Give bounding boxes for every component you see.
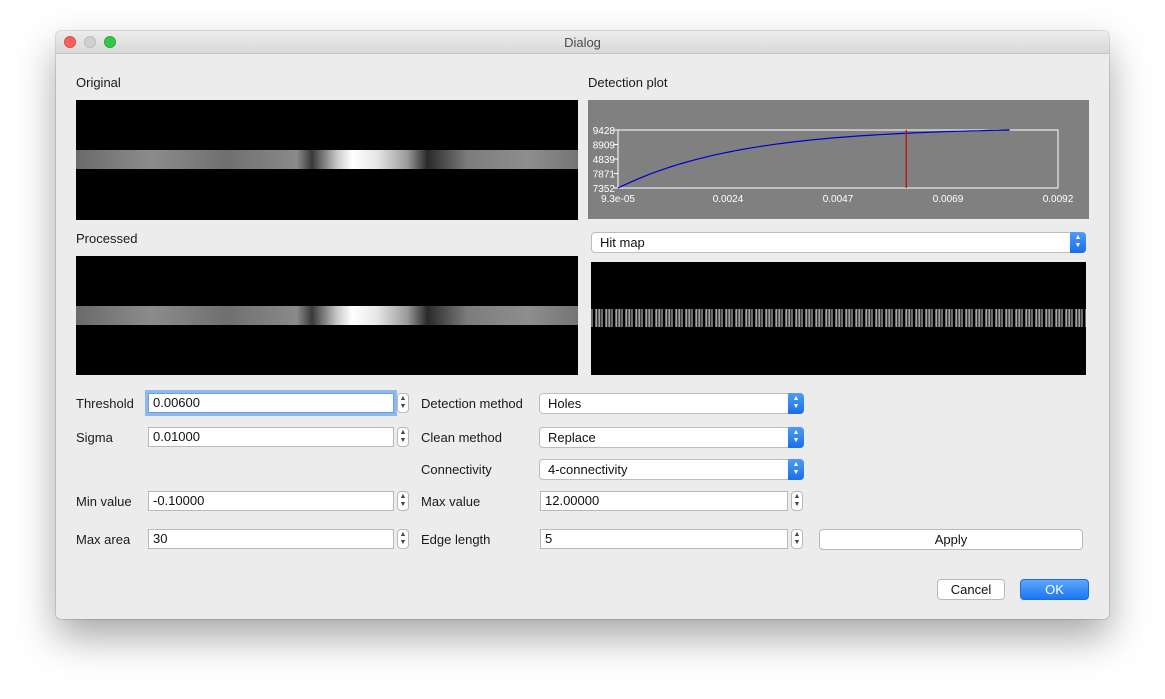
threshold-input[interactable]: 0.00600 bbox=[148, 393, 394, 413]
detection-method-label: Detection method bbox=[421, 396, 523, 411]
y-tick-label: 8909 bbox=[593, 141, 616, 152]
detection-plot-label: Detection plot bbox=[588, 75, 668, 90]
min-value-input[interactable]: -0.10000 bbox=[148, 491, 394, 511]
original-image bbox=[76, 100, 578, 220]
clean-method-label: Clean method bbox=[421, 430, 502, 445]
edge-length-label: Edge length bbox=[421, 532, 491, 547]
chevron-up-down-icon: ▲ ▼ bbox=[788, 459, 804, 480]
y-tick-label: 9428 bbox=[593, 126, 616, 137]
chevron-up-down-icon: ▲ ▼ bbox=[1070, 232, 1086, 253]
original-label: Original bbox=[76, 75, 121, 90]
sigma-stepper[interactable]: ▲ ▼ bbox=[397, 427, 409, 447]
chevron-up-down-icon: ▲ ▼ bbox=[788, 393, 804, 414]
connectivity-value: 4-connectivity bbox=[548, 462, 628, 477]
threshold-label: Threshold bbox=[76, 396, 134, 411]
detection-method-select[interactable]: Holes ▲ ▼ bbox=[539, 393, 804, 414]
hit-map-image bbox=[591, 262, 1086, 375]
max-value-input[interactable]: 12.00000 bbox=[540, 491, 788, 511]
original-image-strip bbox=[76, 150, 578, 169]
processed-label: Processed bbox=[76, 231, 138, 246]
max-value-label: Max value bbox=[421, 494, 481, 509]
max-value-stepper[interactable]: ▲ ▼ bbox=[791, 491, 803, 511]
chevron-up-down-icon: ▲ ▼ bbox=[788, 427, 804, 448]
processed-image-strip bbox=[76, 306, 578, 325]
sigma-label: Sigma bbox=[76, 430, 113, 445]
x-tick-label: 0.0092 bbox=[1043, 194, 1074, 205]
x-tick-label: 0.0047 bbox=[823, 194, 854, 205]
detection-plot: 9428 8909 4839 7871 7352 9.3e-05 0.0024 0.0047… bbox=[588, 100, 1089, 219]
plot-frame bbox=[617, 129, 1059, 189]
x-tick-label: 9.3e-05 bbox=[601, 194, 635, 205]
min-value-stepper[interactable]: ▲ ▼ bbox=[397, 491, 409, 511]
processed-image bbox=[76, 256, 578, 375]
max-area-stepper[interactable]: ▲ ▼ bbox=[397, 529, 409, 549]
clean-method-value: Replace bbox=[548, 430, 596, 445]
ok-button[interactable]: OK bbox=[1020, 579, 1089, 600]
view-mode-select[interactable]: Hit map ▲ ▼ bbox=[591, 232, 1086, 253]
sigma-input[interactable]: 0.01000 bbox=[148, 427, 394, 447]
hit-map-strip bbox=[591, 309, 1086, 327]
max-area-input[interactable]: 30 bbox=[148, 529, 394, 549]
edge-length-stepper[interactable]: ▲ ▼ bbox=[791, 529, 803, 549]
detection-curve bbox=[617, 129, 1010, 189]
threshold-stepper[interactable]: ▲ ▼ bbox=[397, 393, 409, 413]
x-tick-label: 0.0024 bbox=[713, 194, 744, 205]
y-tick-label: 4839 bbox=[593, 155, 616, 166]
clean-method-select[interactable]: Replace ▲ ▼ bbox=[539, 427, 804, 448]
edge-length-input[interactable]: 5 bbox=[540, 529, 788, 549]
connectivity-select[interactable]: 4-connectivity ▲ ▼ bbox=[539, 459, 804, 480]
detection-method-value: Holes bbox=[548, 396, 582, 411]
dialog-window: Dialog Original Processed Detection plot… bbox=[56, 31, 1109, 619]
y-tick-label: 7871 bbox=[593, 170, 616, 181]
max-area-label: Max area bbox=[76, 532, 131, 547]
min-value-label: Min value bbox=[76, 494, 132, 509]
title-bar: Dialog bbox=[56, 31, 1109, 54]
cancel-button[interactable]: Cancel bbox=[937, 579, 1005, 600]
view-mode-select-value: Hit map bbox=[600, 235, 645, 250]
apply-button[interactable]: Apply bbox=[819, 529, 1083, 550]
window-title: Dialog bbox=[564, 35, 601, 50]
connectivity-label: Connectivity bbox=[421, 462, 492, 477]
x-tick-label: 0.0069 bbox=[933, 194, 964, 205]
detection-plot-svg: 94288909483978717352 9.3e-05 0.0024 0.0047… bbox=[593, 126, 1074, 205]
